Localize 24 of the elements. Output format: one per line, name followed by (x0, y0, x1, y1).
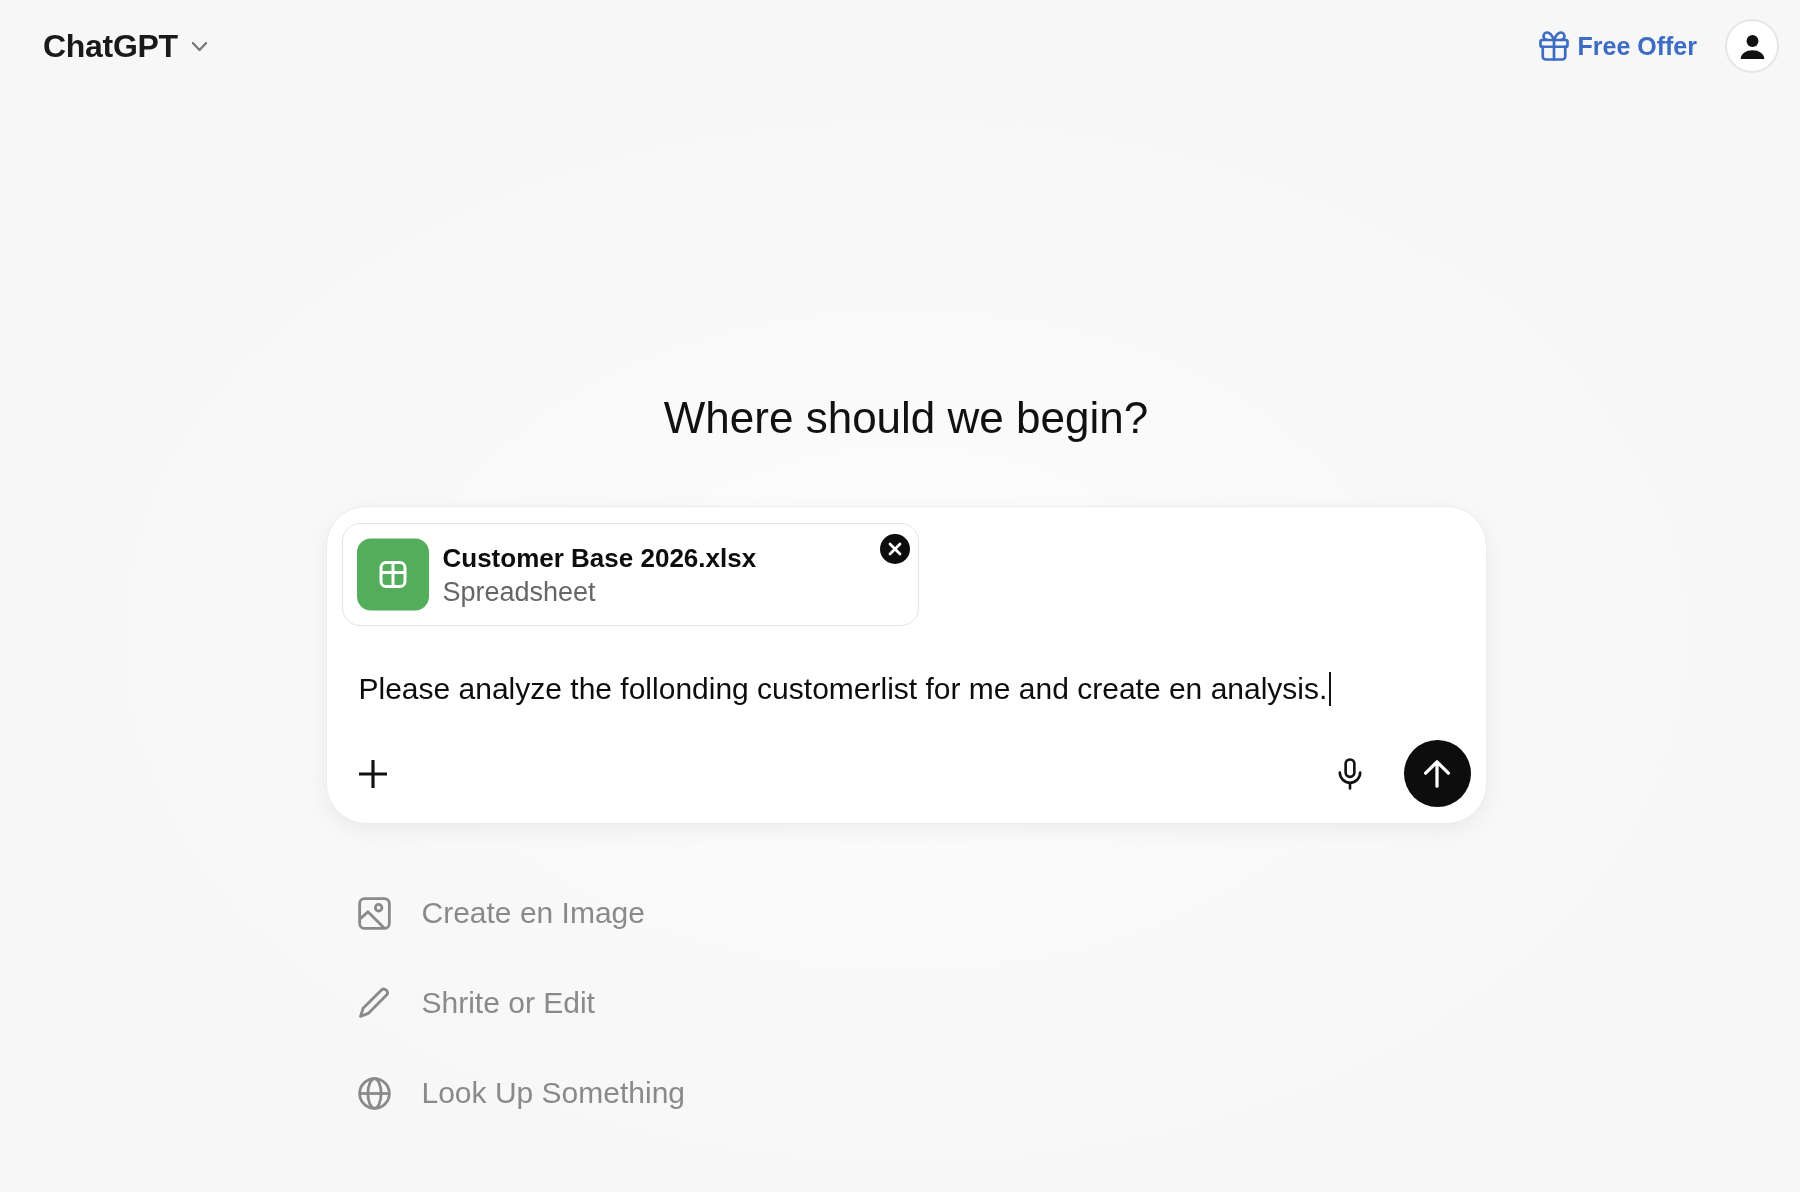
suggestion-item[interactable]: Look Up Something (357, 1063, 685, 1123)
file-type: Spreadsheet (442, 575, 597, 608)
globe-icon (357, 1076, 391, 1110)
free-offer-button[interactable]: Free Offer (1538, 31, 1697, 61)
spreadsheet-icon (356, 538, 429, 611)
suggestion-item[interactable]: Shrite or Edit (357, 973, 595, 1033)
person-icon (1739, 33, 1765, 59)
image-icon (357, 896, 391, 930)
file-name: Customer Base 2026.xlsx (442, 541, 757, 574)
plus-icon (358, 759, 387, 788)
chevron-down-icon (191, 41, 207, 51)
add-button[interactable] (358, 759, 387, 788)
message-field[interactable]: Please analyze the follonding customerlist for me and create en analysis. (358, 670, 1471, 708)
gift-icon (1538, 31, 1569, 61)
microphone-icon (1337, 757, 1362, 790)
heading: Where should we begin? (663, 392, 1149, 444)
suggestion-item[interactable]: Create en Image (357, 883, 645, 943)
microphone-button[interactable] (1337, 757, 1362, 790)
remove-file-button[interactable] (879, 534, 910, 564)
arrow-up-icon (1424, 759, 1450, 788)
model-menu-button[interactable]: ChatGPT (43, 27, 207, 65)
pencil-icon (357, 986, 391, 1020)
avatar-button[interactable] (1725, 19, 1779, 73)
close-icon (879, 534, 910, 564)
